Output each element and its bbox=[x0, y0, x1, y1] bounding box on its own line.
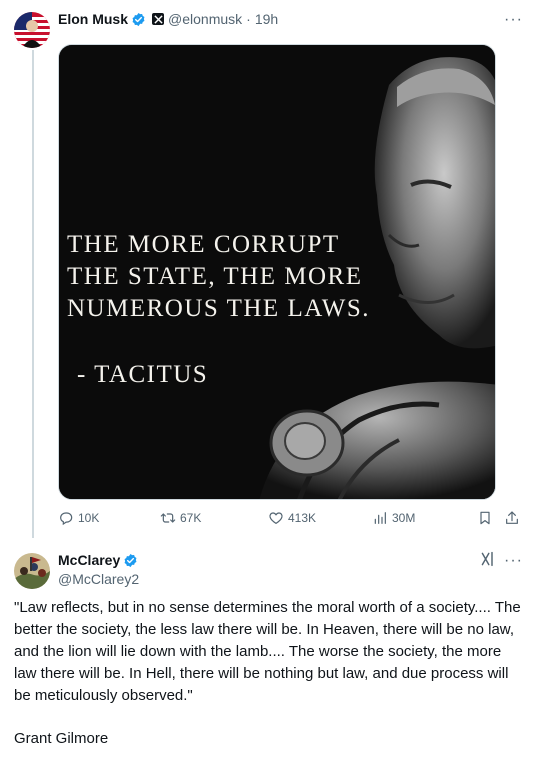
views-count: 30M bbox=[392, 511, 416, 525]
views-icon bbox=[374, 512, 386, 524]
repost-count: 67K bbox=[180, 511, 202, 525]
reply-signature: Grant Gilmore bbox=[14, 730, 109, 747]
avatar[interactable] bbox=[14, 12, 50, 48]
separator: · bbox=[246, 11, 251, 27]
bookmark-icon bbox=[480, 511, 490, 525]
verified-badge-icon bbox=[132, 12, 145, 26]
reply-count: 10K bbox=[78, 511, 100, 525]
post-image[interactable]: THE MORE CORRUPT THE STATE, THE MORE NUM… bbox=[58, 44, 496, 500]
quote-line: NUMEROUS THE LAWS. bbox=[67, 295, 371, 322]
quote-line: THE MORE CORRUPT bbox=[67, 231, 340, 258]
more-icon[interactable]: ··· bbox=[504, 553, 523, 569]
author-name[interactable]: Elon Musk bbox=[58, 11, 128, 27]
share-button[interactable] bbox=[504, 510, 524, 526]
verified-badge-icon bbox=[124, 553, 137, 567]
thread-line bbox=[32, 50, 34, 538]
x-affiliate-icon[interactable] bbox=[152, 13, 165, 25]
like-button[interactable]: 413K bbox=[268, 510, 316, 526]
post-actions: 10K 67K 413K 30M bbox=[58, 510, 524, 530]
image-quote-attribution: - TACITUS bbox=[77, 361, 209, 388]
views-button[interactable]: 30M bbox=[372, 510, 415, 526]
share-icon bbox=[506, 511, 518, 524]
reply-button[interactable]: 10K bbox=[58, 510, 99, 526]
avatar[interactable] bbox=[14, 553, 50, 589]
reply-text: "Law reflects, but in no sense determine… bbox=[14, 599, 521, 704]
reply-author-handle[interactable]: @McClarey2 bbox=[58, 571, 139, 587]
reply-author-name[interactable]: McClarey bbox=[58, 552, 120, 568]
like-count: 413K bbox=[288, 511, 317, 525]
repost-icon bbox=[160, 513, 176, 523]
grok-icon[interactable] bbox=[480, 551, 496, 567]
reply-icon bbox=[60, 512, 73, 526]
post-timestamp[interactable]: 19h bbox=[255, 11, 278, 27]
author-handle[interactable]: @elonmusk bbox=[168, 11, 242, 27]
image-quote-text: THE MORE CORRUPT THE STATE, THE MORE NUM… bbox=[67, 229, 370, 325]
like-icon bbox=[269, 512, 283, 525]
repost-button[interactable]: 67K bbox=[160, 510, 201, 526]
more-icon[interactable]: ··· bbox=[504, 12, 523, 28]
bookmark-button[interactable] bbox=[477, 510, 497, 526]
quote-line: THE STATE, THE MORE bbox=[67, 263, 363, 290]
